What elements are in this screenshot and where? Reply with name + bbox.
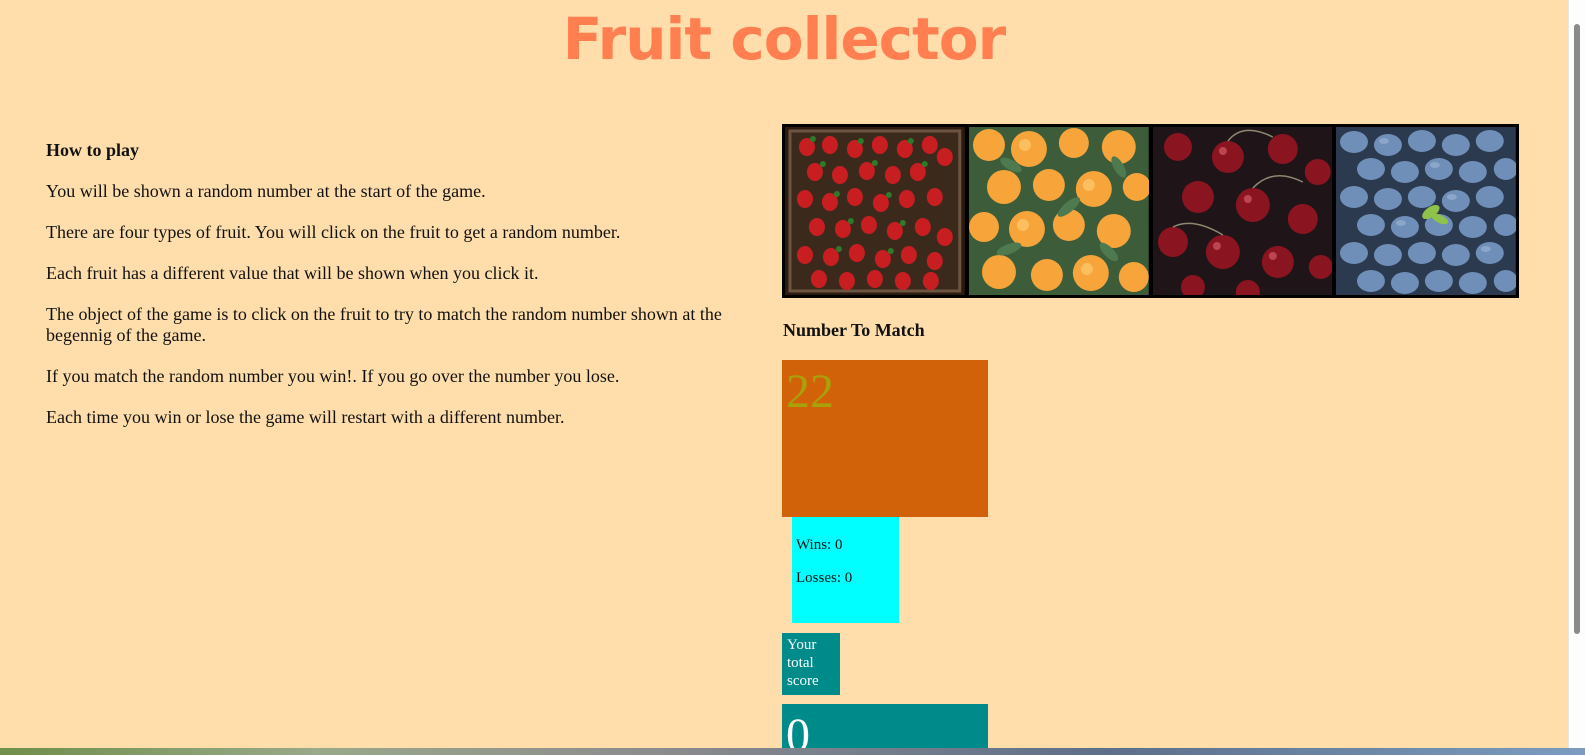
vertical-scrollbar[interactable] — [1568, 0, 1585, 748]
orange-icon — [968, 127, 1149, 295]
strawberry-icon — [785, 127, 965, 295]
scrollbar-thumb[interactable] — [1574, 24, 1580, 634]
fruit-plums-button[interactable] — [1336, 127, 1516, 295]
win-loss-panel: Wins: 0 Losses: 0 — [792, 517, 899, 623]
fruit-strawberries-button[interactable] — [785, 127, 965, 295]
total-score-box: 0 — [782, 704, 988, 748]
plum-icon — [1336, 127, 1516, 295]
fruit-oranges-button[interactable] — [968, 127, 1149, 295]
page-title: Fruit collector — [562, 5, 1007, 73]
page: Fruit collector How to play You will be … — [0, 0, 1568, 748]
fruit-cherries-button[interactable] — [1152, 127, 1333, 295]
fruit-row — [782, 124, 1519, 298]
instructions: How to play You will be shown a random n… — [46, 140, 771, 448]
target-number-box: 22 — [782, 360, 988, 517]
total-score-label: Your total score — [782, 633, 840, 695]
wins-counter: Wins: 0 — [796, 537, 843, 553]
instruction-paragraph: If you match the random number you win!.… — [46, 366, 620, 386]
cherry-icon — [1152, 127, 1333, 295]
target-number: 22 — [786, 365, 834, 418]
instruction-paragraph: Each fruit has a different value that wi… — [46, 263, 539, 283]
total-score: 0 — [786, 709, 810, 748]
instruction-paragraph: You will be shown a random number at the… — [46, 181, 486, 201]
instructions-heading: How to play — [46, 140, 140, 160]
instruction-paragraph: Each time you win or lose the game will … — [46, 407, 565, 427]
losses-counter: Losses: 0 — [796, 570, 853, 586]
instruction-paragraph: The object of the game is to click on th… — [46, 304, 722, 345]
instruction-paragraph: There are four types of fruit. You will … — [46, 222, 621, 242]
number-to-match-label: Number To Match — [783, 320, 925, 340]
